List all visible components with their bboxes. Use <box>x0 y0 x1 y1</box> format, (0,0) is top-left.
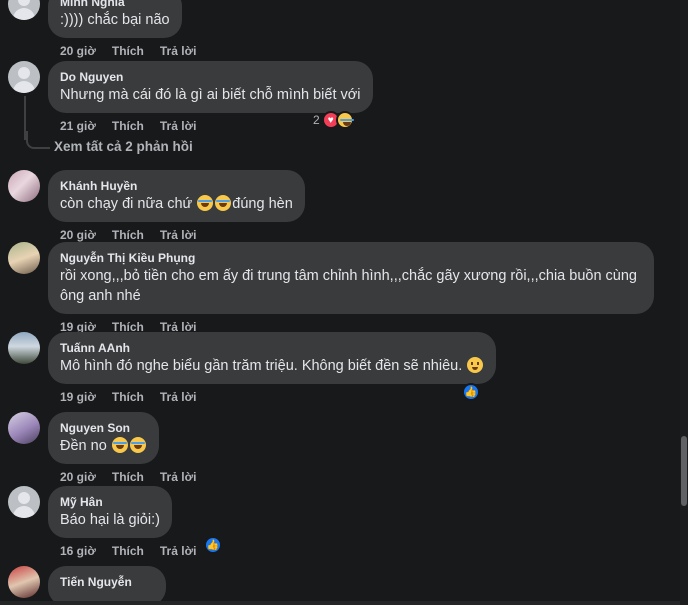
comment-bubble: Tiến Nguyễn <box>48 566 166 605</box>
comment-bubble: Nguyen Son Đền no <box>48 412 159 464</box>
reaction-summary[interactable]: 👍 <box>204 536 222 554</box>
reply-button[interactable]: Trả lời <box>160 543 197 559</box>
comment-bubble: Minh Nghĩa :)))) chắc bại não <box>48 0 182 38</box>
comment-text: Nhưng mà cái đó là gì ai biết chỗ mình b… <box>60 87 361 103</box>
comment-time[interactable]: 21 giờ <box>60 118 96 134</box>
comment-author[interactable]: Nguyen Son <box>60 420 147 436</box>
comment: Minh Nghĩa :)))) chắc bại não 20 giờ Thí… <box>8 0 196 59</box>
avatar[interactable] <box>8 242 40 274</box>
comment-text-part: đúng hèn <box>232 196 293 212</box>
smile-emoji-icon <box>467 357 484 373</box>
reply-button[interactable]: Trả lời <box>160 389 197 405</box>
comment-text-part: Mô hình đó nghe biểu gần trăm triệu. Khô… <box>60 358 467 374</box>
scrollbar-thumb[interactable] <box>681 436 687 506</box>
comment-actions: 20 giờ Thích Trả lời <box>60 469 196 485</box>
comment-text: rồi xong,,,bỏ tiền cho em ấy đi trung tâ… <box>60 268 637 304</box>
haha-icon <box>335 111 354 129</box>
comment-bubble: Tuấnn AAnh Mô hình đó nghe biểu gần trăm… <box>48 332 497 384</box>
comment-bubble: Mỹ Hân Báo hại là giỏi:) <box>48 486 172 538</box>
rofl-emoji-icon <box>129 437 146 453</box>
comment-time[interactable]: 20 giờ <box>60 227 96 243</box>
composer-bar <box>0 601 680 605</box>
reply-button[interactable]: Trả lời <box>160 469 197 485</box>
avatar[interactable] <box>8 332 40 364</box>
laugh-emoji-icon <box>215 195 232 211</box>
comment: Khánh Huyền còn chạy đi nữa chứ đúng hèn… <box>8 170 305 243</box>
comment: Tuấnn AAnh Mô hình đó nghe biểu gần trăm… <box>8 332 497 405</box>
like-button[interactable]: Thích <box>112 389 144 405</box>
comment-bubble: Nguyễn Thị Kiều Phụng rồi xong,,,bỏ tiền… <box>48 242 654 314</box>
comment-time[interactable]: 20 giờ <box>60 469 96 485</box>
reply-button[interactable]: Trả lời <box>160 43 197 59</box>
comment-author[interactable]: Tuấnn AAnh <box>60 340 484 356</box>
comment-bubble: Khánh Huyền còn chạy đi nữa chứ đúng hèn <box>48 170 305 222</box>
avatar[interactable] <box>8 170 40 202</box>
comment: Mỹ Hân Báo hại là giỏi:) 16 giờ Thích Tr… <box>8 486 196 559</box>
comment-author[interactable]: Nguyễn Thị Kiều Phụng <box>60 250 642 266</box>
avatar[interactable] <box>8 0 40 20</box>
laugh-emoji-icon <box>197 195 214 211</box>
like-icon: 👍 <box>462 383 480 401</box>
comment-author[interactable]: Minh Nghĩa <box>60 0 170 10</box>
comment-author[interactable]: Khánh Huyền <box>60 178 293 194</box>
view-replies-link[interactable]: Xem tất cả 2 phản hồi <box>26 131 193 154</box>
comment-author[interactable]: Tiến Nguyễn <box>60 574 154 590</box>
comment-actions: 20 giờ Thích Trả lời <box>60 227 305 243</box>
reply-button[interactable]: Trả lời <box>160 118 197 134</box>
comment-actions: 19 giờ Thích Trả lời <box>60 389 496 405</box>
reaction-summary[interactable]: 👍 <box>462 383 480 401</box>
comment-text: còn chạy đi nữa chứ đúng hèn <box>60 194 293 214</box>
like-icon: 👍 <box>204 536 222 554</box>
comment-author[interactable]: Do Nguyen <box>60 69 361 85</box>
comment-text: Mô hình đó nghe biểu gần trăm triệu. Khô… <box>60 356 484 376</box>
avatar[interactable] <box>8 61 40 93</box>
reaction-summary[interactable]: 2 ♥ <box>313 111 354 129</box>
comment: Nguyen Son Đền no 20 giờ Thích Trả lời <box>8 412 196 485</box>
comment-time[interactable]: 16 giờ <box>60 543 96 559</box>
rofl-emoji-icon <box>111 437 128 453</box>
avatar[interactable] <box>8 486 40 518</box>
like-button[interactable]: Thích <box>112 469 144 485</box>
comment-text: :)))) chắc bại não <box>60 12 170 28</box>
like-button[interactable]: Thích <box>112 227 144 243</box>
reply-button[interactable]: Trả lời <box>160 227 197 243</box>
reaction-count: 2 <box>313 113 320 127</box>
comment-actions: 20 giờ Thích Trả lời <box>60 43 196 59</box>
comment-bubble: Do Nguyen Nhưng mà cái đó là gì ai biết … <box>48 61 373 113</box>
comment-author[interactable]: Mỹ Hân <box>60 494 160 510</box>
comment: Tiến Nguyễn <box>8 566 166 605</box>
comment-text-part: Đền no <box>60 438 111 454</box>
comment-text-part: còn chạy đi nữa chứ <box>60 196 197 212</box>
like-button[interactable]: Thích <box>112 43 144 59</box>
avatar[interactable] <box>8 412 40 444</box>
comment-text: Báo hại là giỏi:) <box>60 512 160 528</box>
scrollbar-track[interactable] <box>680 0 688 605</box>
like-button[interactable]: Thích <box>112 118 144 134</box>
comment-actions: 16 giờ Thích Trả lời <box>60 543 196 559</box>
like-button[interactable]: Thích <box>112 543 144 559</box>
avatar[interactable] <box>8 566 40 598</box>
comment: Nguyễn Thị Kiều Phụng rồi xong,,,bỏ tiền… <box>8 242 654 335</box>
comment-time[interactable]: 20 giờ <box>60 43 96 59</box>
comment-text: Đền no <box>60 436 147 456</box>
comment-time[interactable]: 19 giờ <box>60 389 96 405</box>
